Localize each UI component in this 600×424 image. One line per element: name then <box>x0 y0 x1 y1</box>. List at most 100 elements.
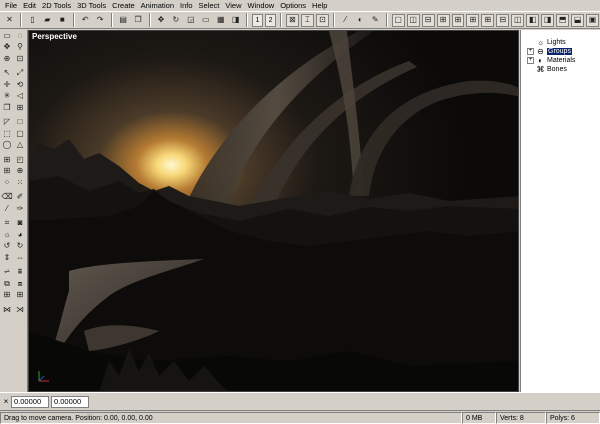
perspective-viewport[interactable]: Perspective <box>28 30 519 392</box>
menu-edit[interactable]: Edit <box>20 0 39 11</box>
move-icon[interactable]: ✥ <box>155 14 168 27</box>
vertex-select-icon[interactable]: ↖ <box>2 68 13 79</box>
align-icon[interactable]: ⩫ <box>2 267 13 278</box>
triangle-icon[interactable]: ◸ <box>2 117 13 128</box>
tree-item-materials[interactable]: + ◐ Materials <box>527 56 575 65</box>
menu-create[interactable]: Create <box>109 0 138 11</box>
menu-select[interactable]: Select <box>196 0 223 11</box>
menu-options[interactable]: Options <box>277 0 309 11</box>
menu-help[interactable]: Help <box>309 0 330 11</box>
layout-right-icon[interactable]: ◨ <box>541 13 555 27</box>
light-tool-icon[interactable]: ☼ <box>2 229 13 240</box>
rotate-icon[interactable]: ↻ <box>169 14 182 27</box>
view-two-button[interactable]: 2 <box>265 13 277 27</box>
eraser-icon[interactable]: ⌫ <box>1 192 12 203</box>
sphere-icon[interactable]: ◯ <box>2 140 13 151</box>
select-rect-icon[interactable]: ▭ <box>2 30 13 41</box>
menu-2d-tools[interactable]: 2D Tools <box>39 0 74 11</box>
tree-item-bones[interactable]: ⌘ Bones <box>527 65 567 74</box>
view-one-button[interactable]: 1 <box>252 13 264 27</box>
undo-icon[interactable]: ↶ <box>79 14 92 27</box>
tile-icon[interactable]: ⊞ <box>2 290 13 301</box>
extrude-icon[interactable]: ◰ <box>15 154 26 165</box>
layout-left-icon[interactable]: ◧ <box>526 13 540 27</box>
rotate-left-icon[interactable]: ↺ <box>2 241 13 252</box>
cone-icon[interactable]: △ <box>15 140 26 151</box>
flip-icon[interactable]: ◁ <box>15 91 26 102</box>
menu-animation[interactable]: Animation <box>138 0 177 11</box>
layout-three-a-icon[interactable]: ⊞ <box>436 13 450 27</box>
square-icon[interactable]: □ <box>15 117 26 128</box>
layout-full-icon[interactable]: ▣ <box>586 13 600 27</box>
layout-single-icon[interactable]: ▢ <box>391 13 405 27</box>
rotate-right-icon[interactable]: ↻ <box>15 241 26 252</box>
cube-icon[interactable]: ⬚ <box>2 128 13 139</box>
zoom-box-icon[interactable]: ⊡ <box>15 53 26 64</box>
copy-icon[interactable]: ❐ <box>132 14 145 27</box>
layout-split-v-icon[interactable]: ◫ <box>406 13 420 27</box>
layout-split-h-icon[interactable]: ⊟ <box>421 13 435 27</box>
brush-icon[interactable]: ✎ <box>369 14 382 27</box>
duplicate-icon[interactable]: ❐ <box>2 102 13 113</box>
snap-icon[interactable]: ◨ <box>229 14 242 27</box>
distribute-icon[interactable]: ⩩ <box>15 267 26 278</box>
weld-icon[interactable]: ⊞ <box>2 166 13 177</box>
tree-item-groups[interactable]: + ⊖ Groups <box>527 47 572 56</box>
divide-icon[interactable]: ⁙ <box>15 177 26 188</box>
zoom-icon[interactable]: ⚲ <box>15 42 26 53</box>
cylinder-icon[interactable]: ▢ <box>15 128 26 139</box>
layout-tall-icon[interactable]: ◫ <box>511 13 525 27</box>
explode-icon[interactable]: ✳ <box>2 91 13 102</box>
layout-top-icon[interactable]: ⬒ <box>556 13 570 27</box>
layout-three-b-icon[interactable]: ⊞ <box>451 13 465 27</box>
color-pick-icon[interactable]: ✑ <box>15 203 26 214</box>
bone-tool-icon[interactable]: ⌗ <box>2 218 13 229</box>
frame-select-icon[interactable]: ⊠ <box>286 13 299 27</box>
menu-info[interactable]: Info <box>177 0 196 11</box>
cut-tool-icon[interactable]: ⁘ <box>2 177 13 188</box>
layout-four-icon[interactable]: ⊞ <box>481 13 495 27</box>
tree-item-lights[interactable]: ☼ Lights <box>527 38 566 47</box>
camera-tool-icon[interactable]: ◙ <box>15 218 26 229</box>
pencil-icon[interactable]: ✐ <box>15 192 26 203</box>
coord-input-1[interactable] <box>11 395 49 408</box>
mesh-icon[interactable]: ⊞ <box>15 290 26 301</box>
frame-z-icon[interactable]: ⊡ <box>315 13 329 27</box>
scale-y-icon[interactable]: ⇕ <box>2 252 13 263</box>
scale-x-icon[interactable]: ⇔ <box>15 252 26 263</box>
expand-icon[interactable]: + <box>527 57 534 64</box>
edge-select-icon[interactable]: ⤢ <box>15 68 26 79</box>
coord-input-2[interactable] <box>51 395 89 408</box>
scale-icon[interactable]: ◲ <box>184 14 197 27</box>
morph-icon[interactable]: ⋊ <box>15 304 26 315</box>
eyedropper-icon[interactable]: ⁄ <box>339 14 352 27</box>
bevel-icon[interactable]: ⊕ <box>15 166 26 177</box>
layout-wide-icon[interactable]: ⊟ <box>496 13 510 27</box>
redo-icon[interactable]: ↷ <box>94 14 107 27</box>
grid-tool-icon[interactable]: ⊞ <box>15 102 26 113</box>
grid-icon[interactable]: ▦ <box>214 14 227 27</box>
open-folder-icon[interactable]: ▰ <box>41 14 54 27</box>
translate-icon[interactable]: ✛ <box>2 79 13 90</box>
cut-icon[interactable]: ▤ <box>117 14 130 27</box>
close-icon[interactable]: ✕ <box>3 14 16 27</box>
layout-bottom-icon[interactable]: ⬓ <box>571 13 585 27</box>
pan-icon[interactable]: ✥ <box>2 42 13 53</box>
layout-three-c-icon[interactable]: ⊞ <box>466 13 480 27</box>
connect-icon[interactable]: ⋈ <box>2 304 13 315</box>
expand-icon[interactable]: + <box>527 48 534 55</box>
coord-close-icon[interactable]: × <box>2 397 10 406</box>
menu-view[interactable]: View <box>222 0 244 11</box>
mirror-icon[interactable]: ⧉ <box>2 278 13 289</box>
frame-x-icon[interactable]: ⌶ <box>300 13 314 27</box>
save-icon[interactable]: ■ <box>56 14 69 27</box>
menu-3d-tools[interactable]: 3D Tools <box>74 0 109 11</box>
paint-icon[interactable]: ◐ <box>354 14 367 27</box>
material-tool-icon[interactable]: ◕ <box>15 229 26 240</box>
magnify-icon[interactable]: ⊕ <box>2 53 13 64</box>
menu-window[interactable]: Window <box>245 0 278 11</box>
plane-icon[interactable]: ⊞ <box>2 154 13 165</box>
select-lasso-icon[interactable]: ◌ <box>15 30 26 41</box>
new-file-icon[interactable]: ▯ <box>26 14 39 27</box>
pick-icon[interactable]: ⁄ <box>2 203 13 214</box>
